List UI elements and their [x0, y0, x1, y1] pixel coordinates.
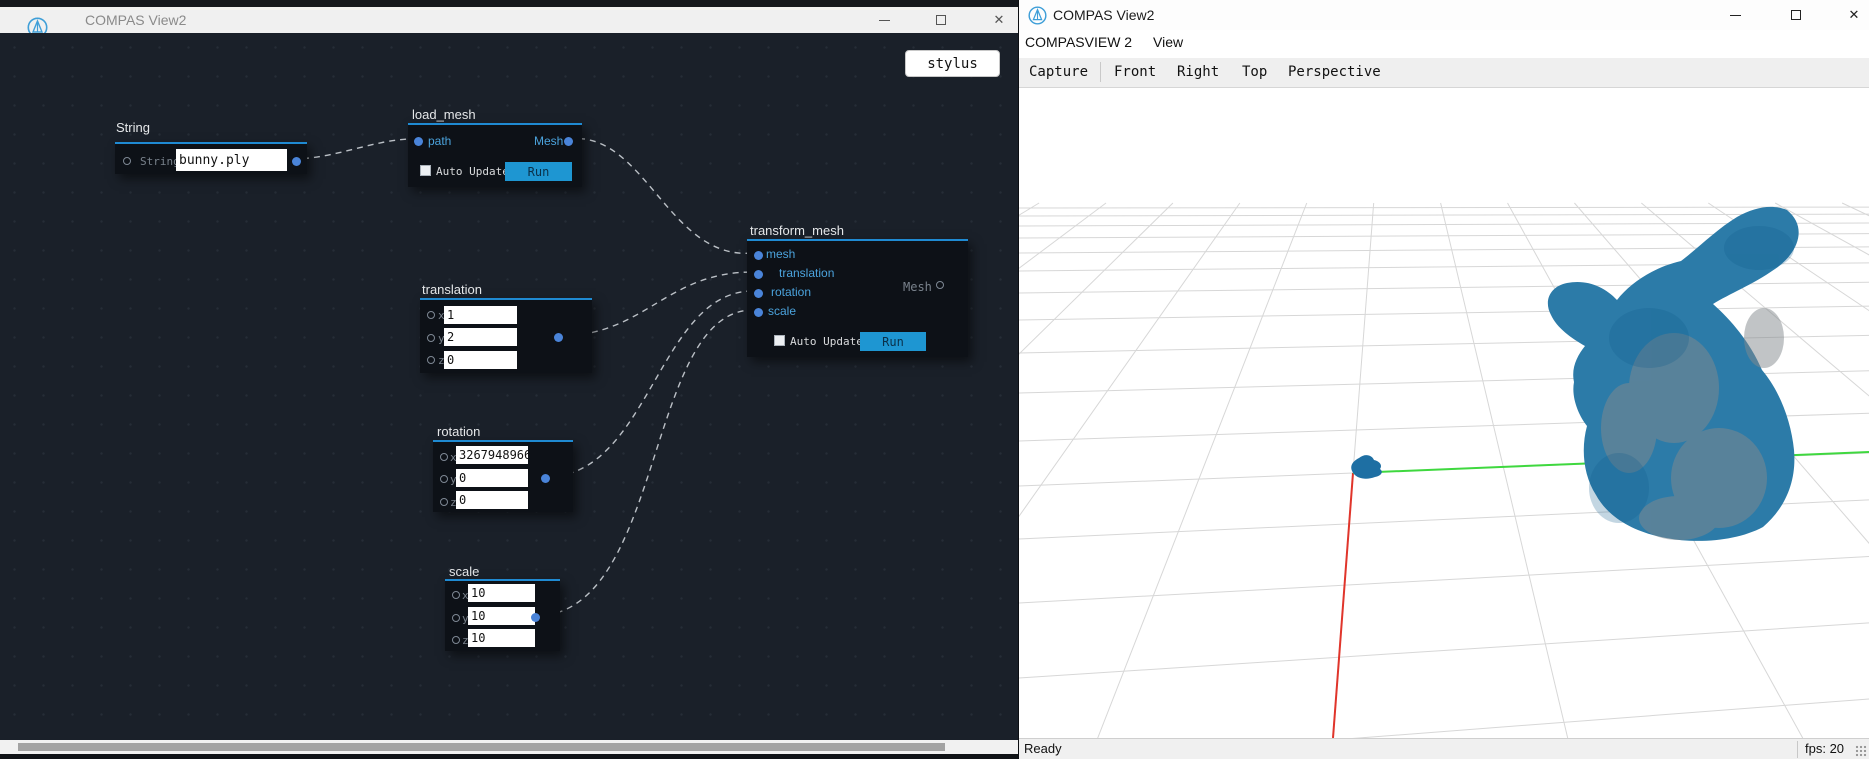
- scale-x-input[interactable]: [468, 584, 535, 602]
- input-port-icon[interactable]: [754, 289, 763, 298]
- port-label-mesh-out: Mesh: [534, 134, 563, 148]
- maximize-icon[interactable]: [1776, 2, 1816, 28]
- menu-compasview2[interactable]: COMPASVIEW 2: [1025, 34, 1132, 50]
- translation-z-input[interactable]: [444, 351, 517, 369]
- run-button[interactable]: Run: [860, 332, 926, 351]
- input-port-icon[interactable]: [440, 498, 448, 506]
- minimize-icon[interactable]: [1715, 2, 1755, 28]
- port-type-label: String: [140, 155, 180, 168]
- background-window-strip: [0, 0, 1018, 7]
- port-label-mesh-out: Mesh: [903, 280, 932, 294]
- scale-y-input[interactable]: [468, 607, 535, 625]
- node-editor-window: COMPAS View2 ✕ stylus String String: [0, 0, 1018, 759]
- output-port-icon[interactable]: [292, 157, 301, 166]
- node-graph-canvas[interactable]: stylus String String load_mesh path Mesh…: [0, 33, 1018, 740]
- auto-update-label: Auto Update: [436, 165, 509, 178]
- bunny-mesh-large[interactable]: [1548, 207, 1799, 541]
- close-icon[interactable]: ✕: [979, 7, 1019, 33]
- auto-update-label: Auto Update: [790, 335, 863, 348]
- window-bottom-edge: [0, 754, 1018, 759]
- node-title-rotation[interactable]: rotation: [437, 424, 480, 439]
- port-label-scale: scale: [768, 304, 796, 318]
- output-port-icon[interactable]: [554, 333, 563, 342]
- node-string[interactable]: String: [115, 142, 307, 174]
- rotation-x-input[interactable]: [456, 446, 528, 464]
- input-port-icon[interactable]: [427, 334, 435, 342]
- horizontal-scrollbar[interactable]: [0, 740, 1018, 754]
- input-port-icon[interactable]: [452, 591, 460, 599]
- toolbar-capture[interactable]: Capture: [1029, 64, 1088, 80]
- toolbar-front[interactable]: Front: [1114, 64, 1156, 80]
- input-port-icon[interactable]: [754, 251, 763, 260]
- string-value-input[interactable]: [176, 149, 287, 171]
- node-scale[interactable]: x y z: [445, 579, 560, 651]
- wire-loadmesh-to-transform: [568, 138, 753, 253]
- compas-logo-icon: [1028, 6, 1047, 25]
- run-button[interactable]: Run: [505, 162, 572, 181]
- viewer-window: COMPAS View2 ✕ COMPASVIEW 2 View Capture…: [1019, 0, 1869, 759]
- toolbar-top[interactable]: Top: [1242, 64, 1267, 80]
- toolbar-perspective[interactable]: Perspective: [1288, 64, 1381, 80]
- node-translation[interactable]: x y z: [420, 298, 592, 373]
- rotation-y-input[interactable]: [456, 469, 528, 487]
- scrollbar-thumb[interactable]: [18, 743, 945, 751]
- rotation-z-input[interactable]: [456, 491, 528, 509]
- input-port-icon[interactable]: [123, 157, 131, 165]
- maximize-icon[interactable]: [921, 7, 961, 33]
- input-port-icon[interactable]: [754, 308, 763, 317]
- node-title-scale[interactable]: scale: [449, 564, 479, 579]
- output-port-icon[interactable]: [564, 137, 573, 146]
- node-title-string[interactable]: String: [116, 120, 150, 135]
- input-port-icon[interactable]: [427, 311, 435, 319]
- auto-update-checkbox[interactable]: [420, 165, 431, 176]
- input-port-icon[interactable]: [427, 356, 435, 364]
- resize-grip-icon[interactable]: [1855, 745, 1867, 757]
- input-port-icon[interactable]: [414, 137, 423, 146]
- bunny-mesh-small[interactable]: [1351, 455, 1382, 479]
- input-port-icon[interactable]: [440, 475, 448, 483]
- close-icon[interactable]: ✕: [1834, 2, 1869, 28]
- translation-x-input[interactable]: [444, 306, 517, 324]
- status-separator: [1797, 741, 1798, 758]
- node-title-load-mesh[interactable]: load_mesh: [412, 107, 476, 122]
- fps-counter: fps: 20: [1805, 741, 1844, 756]
- output-port-icon[interactable]: [541, 474, 550, 483]
- scale-z-input[interactable]: [468, 629, 535, 647]
- left-window-title: COMPAS View2: [85, 12, 186, 28]
- toolbar: Capture Front Right Top Perspective: [1019, 58, 1869, 88]
- port-label-rotation: rotation: [771, 285, 811, 299]
- right-titlebar[interactable]: COMPAS View2 ✕: [1019, 0, 1869, 30]
- left-titlebar[interactable]: COMPAS View2 ✕: [0, 7, 1018, 33]
- input-port-icon[interactable]: [440, 453, 448, 461]
- node-title-translation[interactable]: translation: [422, 282, 482, 297]
- input-port-icon[interactable]: [452, 614, 460, 622]
- node-load-mesh[interactable]: path Mesh Auto Update Run: [408, 123, 582, 187]
- node-rotation[interactable]: x y z: [433, 440, 573, 512]
- input-port-icon[interactable]: [452, 636, 460, 644]
- menubar: COMPASVIEW 2 View: [1019, 30, 1869, 58]
- port-label-path: path: [428, 134, 451, 148]
- status-message: Ready: [1024, 741, 1062, 756]
- stylus-button[interactable]: stylus: [905, 50, 1000, 77]
- port-label-mesh: mesh: [766, 247, 795, 261]
- viewport-scene: [1019, 88, 1869, 738]
- right-window-title: COMPAS View2: [1053, 7, 1154, 23]
- output-port-icon[interactable]: [531, 613, 540, 622]
- output-port-icon[interactable]: [936, 281, 944, 289]
- input-port-icon[interactable]: [754, 270, 763, 279]
- toolbar-separator: [1100, 62, 1101, 82]
- node-transform-mesh[interactable]: mesh translation rotation scale Mesh Aut…: [747, 239, 968, 357]
- x-axis-red: [1333, 473, 1353, 738]
- viewport-3d[interactable]: [1019, 88, 1869, 738]
- port-label-translation: translation: [779, 266, 834, 280]
- menu-view[interactable]: View: [1153, 34, 1183, 50]
- auto-update-checkbox[interactable]: [774, 335, 785, 346]
- minimize-icon[interactable]: [864, 7, 904, 33]
- translation-y-input[interactable]: [444, 328, 517, 346]
- toolbar-right[interactable]: Right: [1177, 64, 1219, 80]
- node-title-transform-mesh[interactable]: transform_mesh: [750, 223, 844, 238]
- statusbar: Ready fps: 20: [1019, 738, 1869, 759]
- wire-string-to-loadmesh: [292, 139, 413, 159]
